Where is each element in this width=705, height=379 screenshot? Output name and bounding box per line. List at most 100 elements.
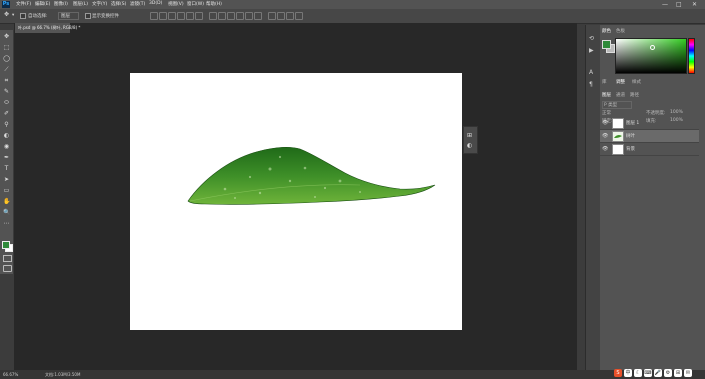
tool-preset-chevron-icon[interactable]: ▾ — [12, 13, 14, 18]
menu-item[interactable]: 帮助(H) — [206, 1, 222, 7]
tab-swatches[interactable]: 色板 — [616, 28, 625, 34]
document-canvas[interactable] — [130, 73, 462, 330]
menu-item[interactable]: 文字(Y) — [92, 1, 107, 7]
menu-item[interactable]: 视图(V) — [168, 1, 184, 7]
maximize-button[interactable]: □ — [676, 1, 682, 8]
layer-row[interactable]: 👁 图层 1 — [600, 117, 699, 130]
tool-icon[interactable]: ✥ — [3, 33, 10, 40]
tab-layers[interactable]: 图层 — [602, 92, 611, 98]
color-picker-handle[interactable] — [650, 45, 655, 50]
visibility-eye-icon[interactable]: 👁 — [602, 120, 608, 126]
tool-icon[interactable]: T — [3, 165, 10, 172]
align-distribute-icon[interactable] — [277, 12, 285, 20]
tool-icon[interactable]: ⚲ — [3, 121, 10, 128]
visibility-eye-icon[interactable]: 👁 — [602, 133, 608, 139]
visibility-eye-icon[interactable]: 👁 — [602, 146, 608, 152]
tool-icon[interactable]: ◉ — [3, 143, 10, 150]
tool-icon[interactable]: ▭ — [3, 187, 10, 194]
tray-icon[interactable]: ⌨ — [644, 369, 652, 377]
move-tool-icon[interactable]: ✥ — [4, 11, 9, 18]
tray-icon[interactable]: ✉ — [684, 369, 692, 377]
tool-icon[interactable]: ➤ — [3, 176, 10, 183]
align-distribute-icon[interactable] — [295, 12, 303, 20]
quick-mask-icon[interactable] — [3, 255, 12, 262]
tool-icon[interactable]: ✋ — [3, 198, 10, 205]
properties-icon[interactable]: ⊞ — [467, 132, 472, 139]
align-distribute-icon[interactable] — [195, 12, 203, 20]
align-distribute-icon[interactable] — [268, 12, 276, 20]
adjustments-icon[interactable]: ◐ — [467, 142, 472, 149]
align-distribute-icon[interactable] — [236, 12, 244, 20]
tool-icon[interactable]: ⬭ — [3, 99, 10, 106]
tab-paths[interactable]: 路径 — [630, 92, 639, 98]
tool-icon[interactable]: ⋯ — [3, 220, 10, 227]
tray-icon[interactable]: 中 — [624, 369, 632, 377]
tool-icon[interactable]: ✒ — [3, 154, 10, 161]
layer-name: 图层 1 — [626, 121, 640, 126]
tool-icon[interactable]: 🔍 — [3, 209, 10, 216]
menu-item[interactable]: 文件(F) — [16, 1, 31, 7]
align-distribute-icon[interactable] — [177, 12, 185, 20]
character-icon[interactable]: A — [589, 69, 593, 76]
tab-channels[interactable]: 通道 — [616, 92, 625, 98]
tray-icon[interactable]: S — [614, 369, 622, 377]
menu-item[interactable]: 选择(S) — [111, 1, 126, 7]
layer-thumbnail — [612, 118, 624, 129]
menu-item[interactable]: 图层(L) — [73, 1, 88, 7]
tool-icon[interactable]: ◯ — [3, 55, 10, 62]
minimize-button[interactable]: — — [662, 1, 668, 8]
opacity-value[interactable]: 100% — [670, 110, 683, 115]
tab-libraries[interactable]: 库 — [602, 79, 607, 85]
hue-slider[interactable] — [688, 38, 695, 74]
tray-icon[interactable]: 🎤 — [654, 369, 662, 377]
zoom-level[interactable]: 66.67% — [3, 372, 18, 377]
document-info[interactable]: 文档:1.03M/3.50M — [45, 372, 80, 378]
menu-item[interactable]: 窗口(W) — [187, 1, 204, 7]
align-distribute-icon[interactable] — [159, 12, 167, 20]
paragraph-icon[interactable]: ¶ — [589, 81, 593, 88]
blend-mode-dropdown[interactable]: 正常 — [602, 110, 611, 116]
menu-item[interactable]: 滤镜(T) — [130, 1, 145, 7]
align-distribute-icon[interactable] — [186, 12, 194, 20]
tray-icon[interactable]: ☾ — [634, 369, 642, 377]
tool-icon[interactable]: ⬚ — [3, 44, 10, 51]
align-distribute-icon[interactable] — [245, 12, 253, 20]
actions-icon[interactable]: ▶ — [589, 47, 594, 54]
tool-icon[interactable]: ✎ — [3, 88, 10, 95]
color-saturation-field[interactable] — [615, 38, 687, 74]
history-icon[interactable]: ⟲ — [589, 35, 594, 42]
tool-icon[interactable]: ⌗ — [3, 77, 10, 84]
screen-mode-icon[interactable] — [3, 265, 12, 272]
foreground-color-picker[interactable] — [602, 40, 611, 49]
tab-styles[interactable]: 样式 — [632, 79, 641, 85]
document-tab[interactable]: 叶.psd @ 66.7% (树叶, RGB/8) * — [15, 23, 80, 33]
tool-icon[interactable]: ◐ — [3, 132, 10, 139]
close-button[interactable]: ✕ — [692, 1, 697, 8]
layer-row-selected[interactable]: 👁 树叶 — [600, 130, 699, 143]
layer-filter-dropdown[interactable]: P 类型 — [602, 101, 633, 109]
menu-item[interactable]: 图像(I) — [54, 1, 68, 7]
menu-item[interactable]: 3D(D) — [149, 1, 162, 6]
show-transform-checkbox[interactable] — [85, 13, 91, 19]
foreground-color-swatch[interactable] — [2, 241, 10, 249]
tab-adjustments[interactable]: 调整 — [616, 79, 625, 85]
menu-item[interactable]: 编辑(E) — [35, 1, 50, 7]
layer-row[interactable]: 👁 背景 — [600, 143, 699, 156]
align-distribute-icon[interactable] — [286, 12, 294, 20]
tray-icon[interactable]: ⚙ — [664, 369, 672, 377]
auto-select-checkbox[interactable] — [20, 13, 26, 19]
tab-color[interactable]: 颜色 — [602, 28, 611, 34]
tool-icon[interactable]: ⟋ — [3, 66, 10, 73]
tool-icon[interactable]: ✐ — [3, 110, 10, 117]
tray-icon[interactable]: ⊞ — [674, 369, 682, 377]
floating-properties-panel: ⊞ ◐ — [463, 126, 478, 154]
align-distribute-icon[interactable] — [218, 12, 226, 20]
align-distribute-icon[interactable] — [168, 12, 176, 20]
align-distribute-icon[interactable] — [150, 12, 158, 20]
auto-select-dropdown[interactable]: 图层 — [58, 12, 79, 20]
document-tab-bar — [14, 23, 577, 33]
align-distribute-icon[interactable] — [254, 12, 262, 20]
layer-name: 树叶 — [626, 134, 635, 139]
align-distribute-icon[interactable] — [227, 12, 235, 20]
align-distribute-icon[interactable] — [209, 12, 217, 20]
